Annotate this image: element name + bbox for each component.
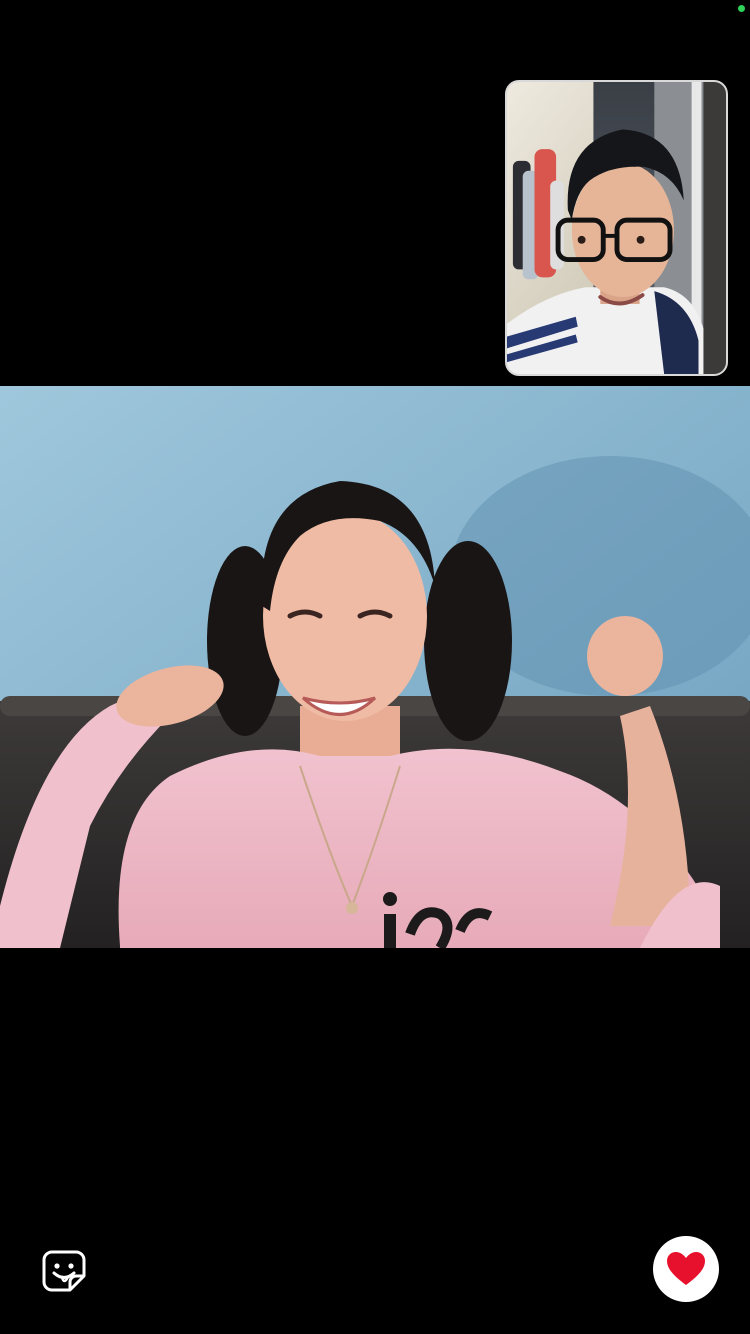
heart-shape bbox=[667, 1252, 705, 1285]
remote-video-frame bbox=[0, 386, 750, 948]
sticker-face-icon bbox=[42, 1250, 86, 1292]
camera-active-indicator bbox=[738, 5, 745, 12]
heart-icon bbox=[667, 1252, 705, 1285]
like-heart-button[interactable] bbox=[653, 1236, 719, 1302]
remote-participant-video[interactable] bbox=[0, 386, 750, 948]
sticker-reaction-button[interactable] bbox=[40, 1246, 88, 1294]
self-camera-preview[interactable] bbox=[505, 80, 728, 376]
video-call-screen bbox=[0, 0, 750, 1334]
self-video-frame bbox=[507, 82, 726, 374]
